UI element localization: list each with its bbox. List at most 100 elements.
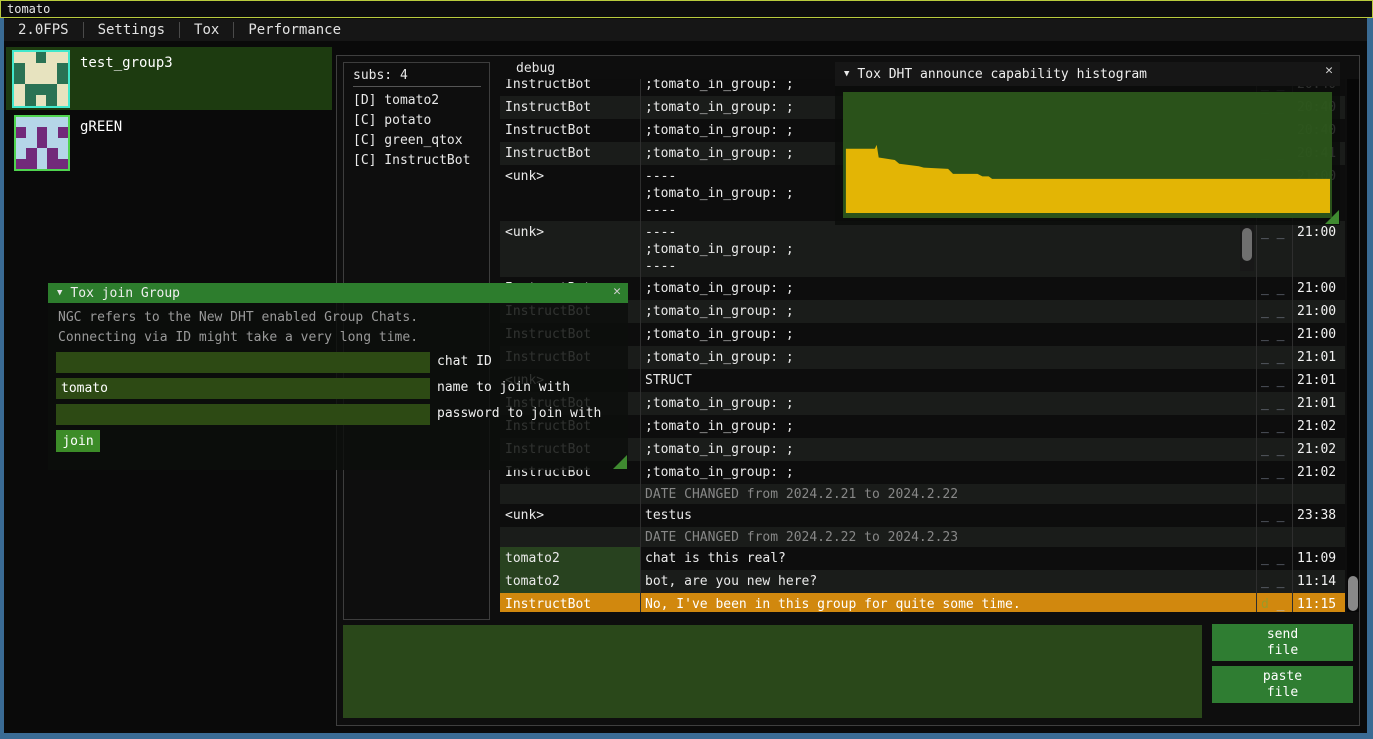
member-item[interactable]: [C] green_qtox [353,133,463,148]
message-time: 21:01 [1292,392,1345,415]
avatar-pixel [37,117,47,127]
join-name-input[interactable] [56,378,430,399]
send-file-button[interactable]: send file [1212,624,1353,661]
avatar-pixel [16,127,26,137]
avatar-pixel [37,127,47,137]
join-button[interactable]: join [56,430,100,452]
collapse-arrow-icon[interactable]: ▼ [57,288,62,298]
message-input[interactable] [343,625,1202,718]
avatar-pixel [14,74,25,85]
member-item[interactable]: [D] tomato2 [353,93,439,108]
avatar-pixel [26,127,36,137]
menu-item-settings[interactable]: Settings [84,19,179,41]
group-avatar [12,50,70,108]
member-item[interactable]: [C] potato [353,113,431,128]
avatar-pixel [36,63,47,74]
collapse-arrow-icon[interactable]: ▼ [844,69,849,79]
resize-grip-icon[interactable] [613,455,627,469]
avatar-pixel [14,63,25,74]
chat-date-row[interactable]: DATE CHANGED from 2024.2.21 to 2024.2.22 [500,484,1345,504]
chat-date-row[interactable]: DATE CHANGED from 2024.2.22 to 2024.2.23 [500,527,1345,547]
chat-message-row[interactable]: tomato2bot, are you new here?_ _11:14 [500,570,1345,593]
member-item[interactable]: [C] InstructBot [353,153,470,168]
message-flags: _ _ [1256,323,1292,346]
message-flags: _ _ [1256,300,1292,323]
avatar-pixel [14,84,25,95]
avatar-pixel [46,84,57,95]
sender-name: InstructBot [500,96,640,119]
avatar-pixel [46,95,57,106]
sender-name: InstructBot [500,119,640,142]
close-icon[interactable]: ✕ [1325,63,1333,78]
scrollbar-thumb[interactable] [1348,576,1358,611]
avatar-pixel [46,52,57,63]
avatar-pixel [57,84,68,95]
join-name-label: name to join with [437,380,570,395]
message-time: 11:15 [1292,593,1345,612]
menu-item-fps[interactable]: 2.0FPS [4,19,83,41]
avatar-pixel [47,148,57,158]
message-text: ;tomato_in_group: ; [640,277,1256,300]
message-text: testus [640,504,1256,527]
message-text: No, I've been in this group for quite so… [640,593,1256,612]
message-text: bot, are you new here? [640,570,1256,593]
avatar-pixel [16,159,26,169]
avatar-pixel [26,159,36,169]
avatar-pixel [58,117,68,127]
histogram-window-titlebar[interactable]: ▼ Tox DHT announce capability histogram … [835,62,1340,86]
avatar-pixel [46,63,57,74]
message-cell-scrollbar[interactable] [1240,225,1254,271]
message-flags [1256,527,1292,547]
chat-id-input[interactable] [56,352,430,373]
sidebar-group-test_group3[interactable]: test_group3 [6,47,332,110]
avatar-pixel [16,138,26,148]
sender-name: <unk> [500,221,640,277]
join-group-window[interactable]: ▼ Tox join Group ✕ NGC refers to the New… [48,283,628,470]
avatar-pixel [58,127,68,137]
menu-item-tox[interactable]: Tox [180,19,233,41]
message-text: ;tomato_in_group: ; [640,438,1256,461]
avatar-pixel [58,148,68,158]
avatar-pixel [57,95,68,106]
avatar-pixel [14,95,25,106]
resize-grip-icon[interactable] [1325,210,1339,224]
close-icon[interactable]: ✕ [613,284,621,299]
avatar-pixel [26,117,36,127]
chat-message-row[interactable]: <unk>testus_ _23:38 [500,504,1345,527]
chat-scrollbar[interactable] [1347,79,1359,612]
subs-count-label: subs: 4 [353,68,408,83]
message-flags: _ _ [1256,392,1292,415]
message-flags: d _ [1256,593,1292,612]
avatar-pixel [57,63,68,74]
message-time: 21:01 [1292,346,1345,369]
join-description-line2: Connecting via ID might take a very long… [58,330,418,345]
message-time: 21:02 [1292,415,1345,438]
message-time: 23:38 [1292,504,1345,527]
message-time: 11:14 [1292,570,1345,593]
message-flags: _ _ [1256,277,1292,300]
tab-debug[interactable]: debug [508,59,638,79]
avatar-pixel [46,74,57,85]
avatar-pixel [36,52,47,63]
paste-file-button[interactable]: paste file [1212,666,1353,703]
chat-message-row[interactable]: InstructBotNo, I've been in this group f… [500,593,1345,612]
avatar-pixel [26,148,36,158]
sidebar-group-gREEN[interactable]: gREEN [6,111,332,173]
chat-message-row[interactable]: <unk>---- ;tomato_in_group: ; ----_ _21:… [500,221,1345,277]
sender-name: InstructBot [500,142,640,165]
histogram-plot [843,92,1332,218]
join-password-input[interactable] [56,404,430,425]
join-window-titlebar[interactable]: ▼ Tox join Group ✕ [48,283,628,303]
chat-message-row[interactable]: tomato2chat is this real?_ _11:09 [500,547,1345,570]
scrollbar-thumb[interactable] [1242,228,1252,261]
message-time: 21:00 [1292,221,1345,277]
message-time: 21:00 [1292,323,1345,346]
menu-item-performance[interactable]: Performance [234,19,355,41]
avatar-pixel [25,84,36,95]
message-text: STRUCT [640,369,1256,392]
window-frame-left [0,18,4,733]
window-titlebar[interactable]: tomato [0,0,1373,18]
histogram-window[interactable]: ▼ Tox DHT announce capability histogram … [835,62,1340,225]
date-changed-text: DATE CHANGED from 2024.2.21 to 2024.2.22 [640,484,1256,504]
message-flags: _ _ [1256,570,1292,593]
